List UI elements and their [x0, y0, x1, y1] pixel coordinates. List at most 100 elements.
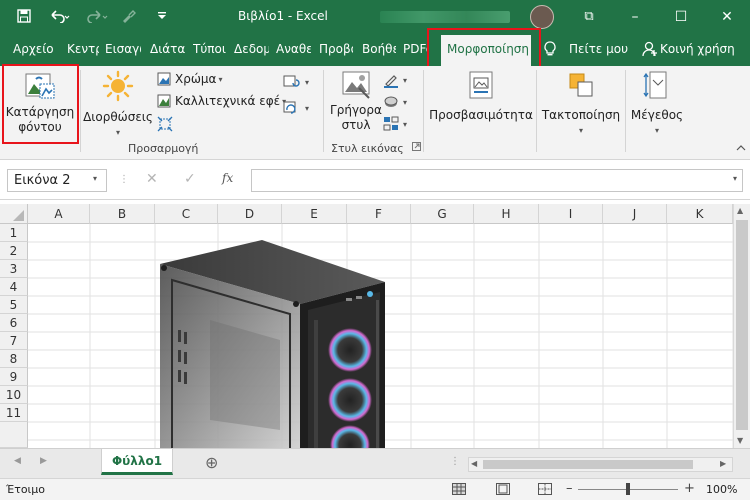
redo-icon[interactable] — [84, 6, 112, 26]
column-header[interactable]: K — [667, 204, 733, 224]
maximize-button[interactable]: ☐ — [658, 0, 704, 33]
undo-icon[interactable] — [46, 6, 74, 26]
ribbon-display-options-icon[interactable]: ⧉ — [566, 0, 612, 33]
customize-brush-icon[interactable] — [118, 6, 144, 26]
tab-layout[interactable]: Διάταξη — [150, 33, 185, 66]
size-button[interactable]: Μέγεθος ▾ — [628, 70, 686, 138]
accessibility-label: Προσβασιμότητα — [429, 108, 533, 122]
hscroll-split-icon[interactable]: ⋮ — [450, 456, 460, 467]
column-header[interactable]: C — [155, 204, 218, 224]
row-header[interactable]: 6 — [0, 314, 28, 332]
lightbulb-icon[interactable] — [543, 41, 557, 59]
formula-input[interactable] — [251, 169, 743, 192]
arrange-button[interactable]: Τακτοποίηση ▾ — [540, 70, 622, 138]
vertical-scroll-thumb[interactable] — [736, 220, 748, 430]
color-dropdown-icon: ▾ — [218, 74, 223, 84]
ribbon-tabs: Αρχείο Κεντρική Εισαγωγή Διάταξη Τύποι Δ… — [0, 33, 750, 68]
picture-effects-button[interactable]: ▾ — [383, 94, 407, 110]
row-header[interactable]: 10 — [0, 386, 28, 404]
tab-view[interactable]: Προβολή — [319, 33, 353, 66]
share-button[interactable]: Κοινή χρήση — [660, 33, 744, 66]
zoom-slider-thumb[interactable] — [626, 483, 630, 495]
scroll-sheets-right-icon[interactable]: ▶ — [40, 456, 47, 466]
zoom-out-button[interactable]: – — [566, 481, 573, 496]
name-box[interactable]: Εικόνα 2 — [7, 169, 107, 192]
scroll-right-icon[interactable]: ▶ — [720, 459, 726, 468]
sheet-tab-active[interactable]: Φύλλο1 — [101, 449, 173, 475]
row-header[interactable]: 2 — [0, 242, 28, 260]
accessibility-button[interactable]: Προσβασιμότητα — [429, 70, 533, 123]
row-header[interactable]: 4 — [0, 278, 28, 296]
tab-formulas[interactable]: Τύποι — [193, 33, 227, 66]
qat-customize-icon[interactable] — [154, 6, 170, 26]
tab-data[interactable]: Δεδομένα — [234, 33, 269, 66]
horizontal-scrollbar[interactable]: ◀ ▶ — [468, 457, 733, 472]
zoom-level[interactable]: 100% — [706, 483, 737, 496]
tab-insert[interactable]: Εισαγωγή — [105, 33, 141, 66]
save-icon[interactable] — [14, 6, 34, 26]
color-icon — [157, 72, 171, 86]
reset-picture-button[interactable]: ▾ — [283, 100, 309, 116]
column-header[interactable]: D — [218, 204, 282, 224]
change-picture-button[interactable]: ▾ — [283, 74, 309, 90]
user-avatar[interactable] — [530, 5, 554, 29]
artistic-effects-button[interactable]: Καλλιτεχνικά εφέ ▾ — [157, 94, 286, 108]
column-header[interactable]: G — [411, 204, 474, 224]
picture-layout-button[interactable]: ▾ — [383, 116, 407, 132]
tab-file[interactable]: Αρχείο — [13, 33, 57, 66]
worksheet-grid[interactable]: A B C D E F G H I J K 1 2 3 4 5 6 7 8 9 … — [0, 200, 750, 448]
row-header[interactable]: 7 — [0, 332, 28, 350]
share-person-icon[interactable] — [642, 41, 658, 59]
row-header[interactable]: 3 — [0, 260, 28, 278]
quick-styles-button[interactable]: Γρήγορα στυλ — [329, 70, 383, 133]
row-header[interactable]: 9 — [0, 368, 28, 386]
new-sheet-icon[interactable]: ⊕ — [205, 453, 218, 472]
zoom-in-button[interactable]: + — [684, 481, 695, 496]
tab-help[interactable]: Βοήθεια — [362, 33, 396, 66]
horizontal-scroll-thumb[interactable] — [483, 460, 693, 469]
normal-view-icon[interactable] — [452, 483, 466, 498]
page-break-view-icon[interactable] — [538, 483, 552, 498]
compress-pictures-button[interactable] — [157, 116, 177, 132]
scroll-down-icon[interactable]: ▼ — [737, 436, 743, 445]
scroll-left-icon[interactable]: ◀ — [471, 459, 477, 468]
vertical-scrollbar[interactable]: ▲ ▼ — [733, 204, 750, 448]
scroll-up-icon[interactable]: ▲ — [737, 206, 743, 215]
row-header[interactable]: 1 — [0, 224, 28, 242]
close-button[interactable]: ✕ — [704, 0, 750, 33]
row-header[interactable]: 11 — [0, 404, 28, 422]
pc-case-picture[interactable] — [150, 240, 410, 448]
select-all-corner[interactable] — [0, 204, 28, 224]
row-header-partial[interactable] — [0, 422, 28, 448]
ribbon-separator — [423, 70, 424, 152]
tab-home[interactable]: Κεντρική — [67, 33, 99, 66]
insert-function-icon[interactable]: fx — [222, 171, 233, 185]
arrange-label: Τακτοποίηση — [541, 108, 621, 122]
collapse-ribbon-icon[interactable] — [736, 144, 750, 151]
page-layout-view-icon[interactable] — [496, 483, 510, 498]
quick-styles-label1: Γρήγορα — [330, 103, 382, 117]
tell-me-search[interactable]: Πείτε μου — [569, 33, 629, 66]
column-header[interactable]: I — [539, 204, 603, 224]
row-header[interactable]: 5 — [0, 296, 28, 314]
column-header[interactable]: H — [474, 204, 539, 224]
column-header[interactable]: J — [603, 204, 667, 224]
picture-border-button[interactable]: ▾ — [383, 72, 407, 88]
column-header[interactable]: A — [28, 204, 90, 224]
enter-entry-icon[interactable]: ✓ — [184, 171, 196, 187]
minimize-button[interactable]: – — [612, 0, 658, 33]
tab-pdfelement[interactable]: PDFelement — [403, 33, 427, 66]
sheet-tab-bar: ◀ ▶ Φύλλο1 ⊕ ⋮ ◀ ▶ — [0, 448, 750, 478]
column-header[interactable]: B — [90, 204, 155, 224]
column-header[interactable]: E — [282, 204, 347, 224]
name-box-dropdown-icon[interactable]: ▾ — [93, 174, 97, 183]
row-header[interactable]: 8 — [0, 350, 28, 368]
corrections-button[interactable]: Διορθώσεις ▾ — [83, 70, 153, 140]
color-button[interactable]: Χρώμα ▾ — [157, 72, 222, 86]
tab-review[interactable]: Αναθεώρηση — [276, 33, 311, 66]
cancel-entry-icon[interactable]: ✕ — [146, 171, 158, 187]
expand-formula-icon[interactable]: ▾ — [733, 174, 737, 183]
scroll-sheets-left-icon[interactable]: ◀ — [14, 456, 21, 466]
corrections-label: Διορθώσεις — [83, 110, 153, 124]
column-header[interactable]: F — [347, 204, 411, 224]
